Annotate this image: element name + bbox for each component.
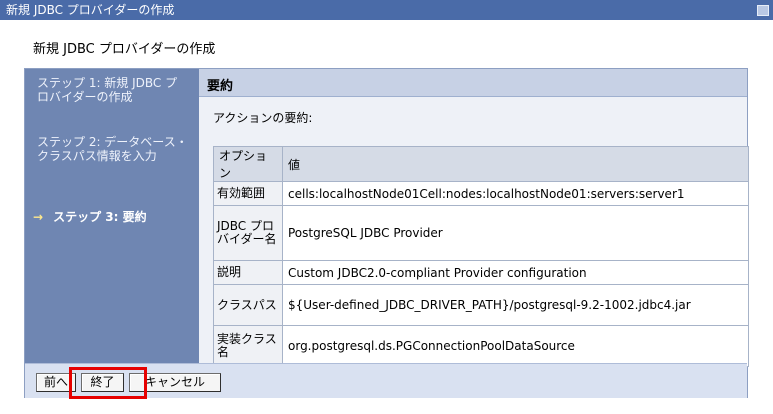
value-cell: org.postgresql.ds.PGConnectionPoolDataSo…: [282, 325, 749, 367]
table-row: クラスパス ${User-defined_JDBC_DRIVER_PATH}/p…: [213, 284, 749, 326]
summary-table-header: オプション 値: [213, 146, 749, 182]
value-cell: PostgreSQL JDBC Provider: [282, 205, 749, 261]
value-cell: ${User-defined_JDBC_DRIVER_PATH}/postgre…: [282, 284, 749, 326]
page-title: 新規 JDBC プロバイダーの作成: [33, 42, 216, 57]
action-summary-caption: アクションの要約:: [213, 111, 313, 125]
cancel-button[interactable]: キャンセル: [129, 373, 221, 392]
option-cell: 有効範囲: [213, 181, 283, 206]
step-2: ステップ 2: データベース・クラスパス情報を入力: [37, 135, 188, 163]
option-cell: JDBC プロバイダー名: [213, 205, 283, 261]
summary-table: オプション 値 有効範囲 cells:localhostNode01Cell:n…: [213, 146, 749, 367]
finish-button[interactable]: 終了: [81, 373, 124, 392]
minimize-icon[interactable]: [757, 5, 769, 16]
value-cell: Custom JDBC2.0-compliant Provider config…: [282, 260, 749, 285]
option-cell: 説明: [213, 260, 283, 285]
previous-button[interactable]: 前へ: [36, 373, 76, 392]
wizard-step-nav: ステップ 1: 新規 JDBC プロバイダーの作成 ステップ 2: データベース…: [25, 69, 199, 363]
wizard-panel: ステップ 1: 新規 JDBC プロバイダーの作成 ステップ 2: データベース…: [24, 68, 749, 399]
table-row: 実装クラス名 org.postgresql.ds.PGConnectionPoo…: [213, 325, 749, 367]
summary-heading: 要約: [207, 79, 234, 94]
table-row: 説明 Custom JDBC2.0-compliant Provider con…: [213, 260, 749, 285]
window-title: 新規 JDBC プロバイダーの作成: [6, 3, 175, 17]
value-cell: cells:localhostNode01Cell:nodes:localhos…: [282, 181, 749, 206]
option-cell: 実装クラス名: [213, 325, 283, 367]
summary-panel: 要約 アクションの要約: オプション 値 有効範囲 cells:localhos…: [199, 69, 749, 367]
column-header-option: オプション: [213, 146, 283, 182]
button-bar: 前へ 終了 キャンセル: [25, 363, 747, 398]
step-3-current: → ステップ 3: 要約: [33, 210, 185, 224]
window-title-bar: 新規 JDBC プロバイダーの作成: [0, 0, 773, 20]
option-cell: クラスパス: [213, 284, 283, 326]
current-step-arrow-icon: →: [33, 210, 44, 224]
summary-header: 要約: [199, 69, 747, 97]
table-row: 有効範囲 cells:localhostNode01Cell:nodes:loc…: [213, 181, 749, 206]
step-1: ステップ 1: 新規 JDBC プロバイダーの作成: [37, 76, 178, 104]
table-row: JDBC プロバイダー名 PostgreSQL JDBC Provider: [213, 205, 749, 261]
step-3-label: ステップ 3: 要約: [53, 210, 147, 224]
column-header-value: 値: [282, 146, 749, 182]
